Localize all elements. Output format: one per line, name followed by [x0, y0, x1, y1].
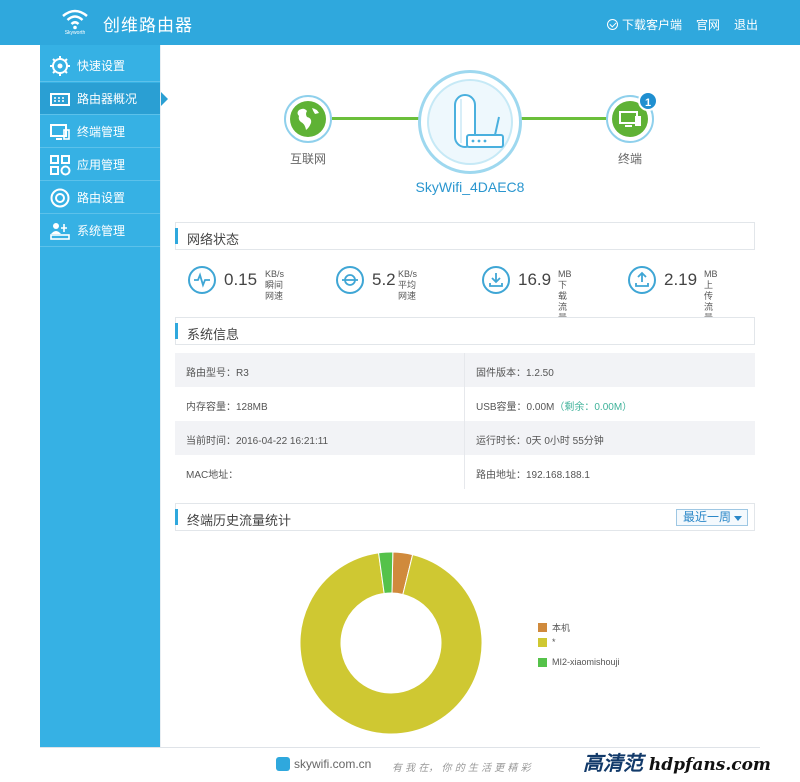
traffic-donut-chart: [299, 551, 483, 735]
download-icon: [482, 266, 510, 294]
network-stats: 0.15 KB/s瞬间网速 5.2 KB/s平均网速 16.9 MB下载流量 2…: [175, 253, 755, 323]
stat-unit: KB/s: [265, 269, 285, 279]
top-header: Skyworth 创维路由器 下载客户端 官网 退出: [0, 0, 800, 45]
sidebar-item-router-settings[interactable]: 路由设置: [40, 182, 160, 214]
skyworth-logo[interactable]: Skyworth: [58, 8, 92, 40]
legend-label: MI2-xiaomishouji: [552, 657, 620, 667]
terminal-label: 终端: [618, 152, 643, 166]
internet-node[interactable]: [284, 95, 332, 143]
gear-icon: [49, 55, 71, 77]
system-admin-icon: [49, 220, 71, 242]
sidebar-item-label: 路由设置: [77, 191, 126, 205]
stat-unit: MB: [558, 269, 572, 279]
sidebar-item-system-management[interactable]: 系统管理: [40, 215, 160, 247]
top-links: 下载客户端 官网 退出: [606, 16, 758, 33]
usb-capacity: USB容量：0.00M: [476, 402, 555, 413]
sidebar-item-app-management[interactable]: 应用管理: [40, 149, 160, 181]
current-time: 当前时间：2016-04-22 16:21:11: [186, 436, 329, 447]
router-node[interactable]: [418, 70, 522, 174]
legend-label: 本机: [552, 623, 571, 633]
skywifi-icon: [276, 757, 290, 771]
stat-value: 2.19: [664, 270, 698, 289]
stat-value: 16.9: [518, 270, 552, 289]
info-row: 当前时间：2016-04-22 16:21:11 运行时长：0天 0小时 55分…: [175, 421, 755, 455]
info-row: 内存容量：128MB USB容量：0.00M（剩余：0.00M）: [175, 387, 755, 421]
sidebar: 快速设置 路由器概况 终端管理 应用管理 路由设置 系统管理: [40, 45, 168, 747]
app-title: 创维路由器: [103, 16, 193, 35]
official-site-link[interactable]: 官网: [696, 16, 720, 33]
logout-link[interactable]: 退出: [734, 16, 758, 33]
apps-grid-icon: [49, 154, 71, 176]
sidebar-item-router-overview[interactable]: 路由器概况: [40, 83, 168, 115]
legend-item[interactable]: *: [538, 637, 556, 647]
watermark-cn: 高清范: [583, 751, 643, 775]
legend-swatch: [538, 623, 547, 632]
section-title: 系统信息: [187, 327, 240, 342]
uptime: 运行时长：0天 0小时 55分钟: [476, 436, 604, 447]
terminal-link-line: [520, 117, 608, 120]
info-row: MAC地址： 路由地址：192.168.188.1: [175, 455, 755, 489]
firmware-version: 固件版本：1.2.50: [476, 368, 554, 379]
stat-unit: MB: [704, 269, 718, 279]
info-row: 路由型号：R3 固件版本：1.2.50: [175, 353, 755, 387]
sidebar-item-label: 系统管理: [77, 224, 126, 238]
router-device-icon: [454, 94, 504, 148]
usb-remaining: （剩余：0.00M）: [554, 402, 633, 413]
legend-item[interactable]: 本机: [538, 621, 570, 634]
settings-cog-icon: [49, 187, 71, 209]
legend-label: *: [552, 637, 556, 647]
footer-logo[interactable]: skywifi.com.cn: [276, 757, 371, 771]
sidebar-item-label: 应用管理: [77, 158, 126, 172]
chevron-down-icon: [734, 516, 742, 521]
footer-slogan: 有 我 在， 你 的 生 活 更 精 彩: [392, 763, 531, 774]
footer-site: skywifi.com.cn: [294, 757, 372, 771]
terminal-count-badge: 1: [638, 91, 658, 111]
router-model: 路由型号：R3: [186, 368, 249, 379]
section-title: 网络状态: [187, 232, 240, 247]
sidebar-item-label: 终端管理: [77, 125, 126, 139]
sidebar-item-label: 快速设置: [77, 59, 126, 73]
monitor-icon: [49, 121, 71, 143]
stat-value: 0.15: [224, 270, 258, 289]
watermark-en: hdpfans.com: [648, 755, 771, 775]
time-range-value: 最近一周: [683, 510, 732, 524]
section-title: 终端历史流量统计: [187, 513, 292, 528]
globe-icon: [290, 101, 326, 137]
stat-label: 平均网速: [398, 280, 417, 301]
watermark: 高清范 hdpfans.com: [583, 747, 771, 776]
content-border: [160, 45, 161, 747]
download-client-link[interactable]: 下载客户端: [622, 16, 682, 33]
system-info-header: 系统信息: [175, 317, 755, 345]
network-status-header: 网络状态: [175, 222, 755, 250]
router-address: 路由地址：192.168.188.1: [476, 470, 590, 481]
sidebar-item-label: 路由器概况: [77, 92, 138, 106]
sidebar-item-terminal-management[interactable]: 终端管理: [40, 116, 160, 148]
traffic-history-header: 终端历史流量统计: [175, 503, 755, 531]
legend-swatch: [538, 637, 547, 647]
internet-label: 互联网: [290, 152, 327, 166]
mac-address: MAC地址：: [186, 470, 239, 481]
upload-icon: [628, 266, 656, 294]
sidebar-item-quick-setup[interactable]: 快速设置: [40, 50, 160, 82]
wifi-logo-icon: [62, 9, 88, 30]
router-name: SkyWifi_4DAEC8: [415, 179, 525, 195]
memory-capacity: 内存容量：128MB: [186, 402, 268, 413]
gauge-icon: [336, 266, 364, 294]
legend-swatch: [538, 657, 547, 667]
stat-unit: KB/s: [398, 269, 418, 279]
pulse-icon: [188, 266, 216, 294]
download-icon: [606, 19, 618, 30]
logo-text: Skyworth: [64, 30, 86, 36]
time-range-select[interactable]: 最近一周: [676, 509, 748, 526]
stat-label: 瞬间网速: [265, 280, 284, 301]
legend-item[interactable]: MI2-xiaomishouji: [538, 657, 620, 667]
internet-link-line: [332, 117, 420, 120]
stat-value: 5.2: [372, 270, 396, 289]
router-overview-icon: [49, 88, 71, 110]
